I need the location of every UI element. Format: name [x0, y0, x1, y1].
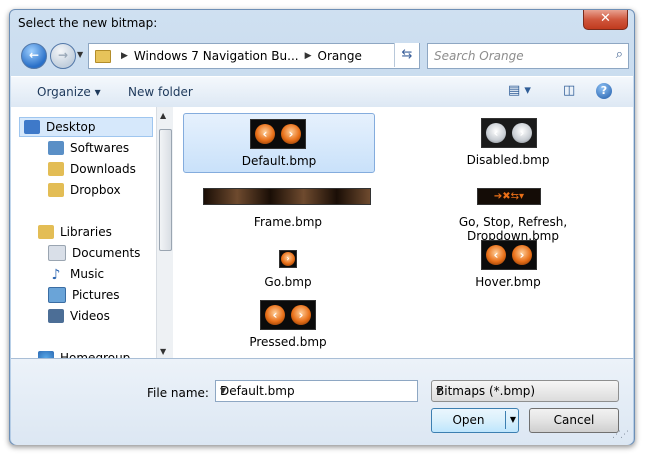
file-item[interactable]: ➔✖⇆▾ Go, Stop, Refresh, Dropdown.bmp [413, 183, 613, 243]
sidebar-item-label: Downloads [70, 162, 136, 176]
scroll-down-icon[interactable]: ▼ [160, 347, 166, 356]
command-bar: Organize ▾ New folder ▤ ▾ ◫ ? [11, 76, 633, 108]
thumbnail-image: ‹ › [260, 300, 316, 330]
downloads-icon [48, 162, 64, 176]
resize-grip-icon[interactable]: ⋰⋰ [612, 430, 629, 440]
organize-menu[interactable]: Organize ▾ [37, 85, 101, 99]
new-folder-button[interactable]: New folder [128, 85, 193, 99]
breadcrumb-item[interactable]: Orange [318, 49, 362, 63]
change-view-icon[interactable]: ▤ ▾ [508, 83, 531, 98]
search-placeholder: Search Orange [434, 49, 524, 63]
desktop-icon [24, 120, 40, 134]
refresh-icon[interactable]: ⇆ [394, 43, 419, 67]
sidebar-item-label: Music [70, 267, 105, 281]
file-list: ‹ › Default.bmp ‹ › Disabled.bmp Frame.bmp… [173, 107, 633, 358]
search-input[interactable]: Search Orange ⌕ [427, 43, 629, 69]
music-icon: ♪ [51, 267, 61, 283]
file-dialog: Select the new bitmap: ✕ ← → ▼ ▶ Windows… [9, 9, 635, 445]
thumbnail-image: ‹ › [481, 240, 537, 270]
file-name-label: Hover.bmp [475, 275, 541, 289]
sidebar-item-label: Documents [72, 246, 141, 260]
forward-button[interactable]: → [50, 43, 76, 69]
open-options-icon[interactable]: ▼ [510, 409, 516, 431]
file-name-field[interactable]: Default.bmp ▼ [215, 380, 418, 402]
split-divider [505, 411, 506, 429]
search-icon[interactable]: ⌕ [616, 47, 623, 62]
scrollbar-thumb[interactable] [159, 129, 172, 251]
chevron-down-icon[interactable]: ▼ [220, 386, 413, 395]
sidebar-item-music[interactable]: ♪ Music [48, 264, 105, 284]
file-name-label: Disabled.bmp [466, 153, 550, 167]
file-name-label: Default.bmp [241, 154, 317, 168]
file-item[interactable]: ‹ › Disabled.bmp [413, 113, 603, 171]
sidebar-item-label: Softwares [70, 141, 130, 155]
sidebar-item-libraries[interactable]: Libraries [38, 222, 112, 242]
help-icon[interactable]: ? [596, 83, 612, 99]
thumbnail-image [203, 188, 371, 205]
address-bar[interactable]: ▶ Windows 7 Navigation Bu... ▶ Orange [88, 43, 420, 69]
open-button-label: Open [452, 413, 485, 427]
breadcrumb-item[interactable]: Windows 7 Navigation Bu... [134, 49, 299, 63]
sidebar-scrollbar[interactable]: ▲ ▼ [156, 107, 173, 358]
file-item[interactable]: ‹ › Default.bmp [183, 113, 375, 173]
sidebar-item-downloads[interactable]: Downloads [48, 159, 136, 179]
softwares-icon [48, 141, 64, 155]
breadcrumb-separator-icon[interactable]: ▶ [121, 51, 128, 61]
thumbnail-image: ➔✖⇆▾ [477, 188, 541, 205]
file-name-label: File name: [147, 386, 209, 400]
pictures-icon [48, 287, 66, 303]
videos-icon [48, 309, 64, 323]
sidebar-item-desktop[interactable]: Desktop [19, 117, 153, 137]
breadcrumb-separator-icon[interactable]: ▶ [305, 51, 312, 61]
preview-pane-icon[interactable]: ◫ [563, 83, 575, 98]
documents-icon [48, 245, 66, 261]
back-button[interactable]: ← [21, 43, 47, 69]
chevron-down-icon[interactable]: ▼ [436, 386, 613, 395]
sidebar-item-videos[interactable]: Videos [48, 306, 110, 326]
folder-icon [95, 49, 111, 63]
file-item[interactable]: ‹ › Pressed.bmp [233, 295, 343, 353]
thumbnail-image: ‹ › [250, 119, 306, 149]
file-item[interactable]: › Go.bmp [233, 245, 343, 293]
sidebar-item-label: Videos [70, 309, 110, 323]
thumbnail-image: › [279, 250, 297, 268]
dialog-title: Select the new bitmap: [18, 16, 158, 30]
sidebar-item-softwares[interactable]: Softwares [48, 138, 129, 158]
open-button[interactable]: Open ▼ [431, 408, 519, 433]
sidebar-item-label: Dropbox [70, 183, 121, 197]
sidebar-item-dropbox[interactable]: Dropbox [48, 180, 121, 200]
file-item[interactable]: ‹ › Hover.bmp [453, 235, 563, 293]
close-button[interactable]: ✕ [583, 10, 628, 30]
scroll-up-icon[interactable]: ▲ [160, 111, 166, 120]
sidebar-item-pictures[interactable]: Pictures [48, 285, 120, 305]
navigation-pane: Desktop Softwares Downloads Dropbox Libr… [11, 107, 156, 365]
libraries-icon [38, 225, 54, 239]
sidebar-item-label: Desktop [46, 120, 96, 134]
recent-locations-dropdown[interactable]: ▼ [77, 50, 83, 59]
dropbox-icon [48, 183, 64, 197]
cancel-button[interactable]: Cancel [529, 408, 619, 433]
sidebar-item-label: Pictures [72, 288, 120, 302]
file-item[interactable]: Frame.bmp [193, 183, 371, 231]
file-type-select[interactable]: Bitmaps (*.bmp) ▼ [431, 380, 619, 402]
file-name-label: Go.bmp [264, 275, 312, 289]
sidebar-item-label: Libraries [60, 225, 112, 239]
sidebar-item-documents[interactable]: Documents [48, 243, 140, 263]
file-name-label: Frame.bmp [253, 215, 323, 229]
thumbnail-image: ‹ › [481, 118, 537, 148]
file-name-label: Pressed.bmp [249, 335, 327, 349]
